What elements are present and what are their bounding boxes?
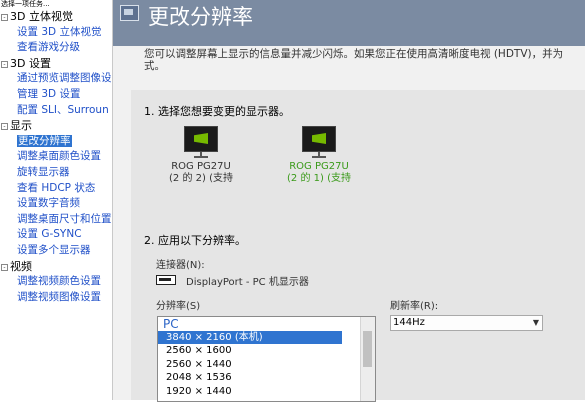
tree-item-label: 管理 3D 设置	[17, 87, 81, 100]
refresh-label: 刷新率(R):	[390, 301, 439, 312]
collapse-toggle-icon[interactable]: -	[1, 14, 8, 21]
tree-item[interactable]: 调整桌面尺寸和位置	[0, 212, 112, 228]
tree-item[interactable]: 调整视频图像设置	[0, 290, 112, 306]
tree-item[interactable]: 管理 3D 设置	[0, 87, 112, 103]
tree-item[interactable]: 设置 3D 立体视觉	[0, 25, 112, 41]
tree-category[interactable]: - 视频	[0, 259, 112, 275]
tree-category[interactable]: -3D 设置	[0, 56, 112, 72]
resolution-group-pc: PC	[163, 317, 179, 331]
tree-category-label: 3D 立体视觉	[10, 10, 73, 23]
tree-item[interactable]: 旋转显示器	[0, 165, 112, 181]
tree-item-label: 调整视频颜色设置	[17, 275, 101, 288]
tree-category[interactable]: -3D 立体视觉	[0, 9, 112, 25]
tree-category-label: 3D 设置	[10, 56, 51, 70]
tree-item[interactable]: 调整桌面颜色设置	[0, 149, 112, 165]
tree-category[interactable]: - 显示	[0, 118, 112, 134]
monitor-name: ROG PG27U	[171, 161, 231, 172]
tree-item-label: 查看 HDCP 状态	[17, 181, 96, 194]
collapse-toggle-icon[interactable]: -	[1, 60, 8, 68]
page-header: 更改分辨率	[113, 0, 585, 46]
tree-item[interactable]: 调整视频颜色设置	[0, 274, 112, 290]
tree-item-label: 更改分辨率	[17, 134, 72, 147]
tree-category-label: 显示	[10, 119, 32, 133]
tree-category-label: 视频	[10, 259, 32, 273]
refresh-rate-value: 144Hz	[393, 317, 425, 328]
tree-item-label: 调整桌面颜色设置	[17, 150, 101, 163]
description-line-2: 式。	[144, 60, 165, 72]
collapse-toggle-icon[interactable]: -	[1, 123, 8, 131]
tree-item-label: 设置多个显示器	[17, 243, 91, 256]
tree-item-label: 查看游戏分级	[17, 41, 80, 54]
tree-item-label: 设置 G-SYNC	[17, 228, 82, 241]
tree-item-label: 调整桌面尺寸和位置	[17, 212, 112, 225]
tree-item[interactable]: 更改分辨率	[0, 134, 112, 150]
page-title: 更改分辨率	[148, 5, 253, 29]
monitor-icon	[302, 126, 336, 152]
resolution-label: 分辨率(S)	[156, 301, 201, 312]
tree-item-label: 旋转显示器	[17, 165, 70, 178]
settings-panel: 1. 选择您想要变更的显示器。 ROG PG27U (2 的 2) (支持 RO…	[131, 90, 585, 402]
resolution-option[interactable]: 2560 × 1440	[158, 358, 342, 371]
monitor-name: ROG PG27U	[289, 161, 349, 172]
tree-item[interactable]: 通过预览调整图像设	[0, 71, 112, 87]
resolution-option[interactable]: 1920 × 1440	[158, 385, 342, 398]
tree-item-label: 配置 SLI、Surroun	[17, 103, 109, 116]
tree-item[interactable]: 查看 HDCP 状态	[0, 181, 112, 197]
refresh-rate-select[interactable]: 144Hz ▼	[390, 315, 543, 331]
tree-item[interactable]: 查看游戏分级	[0, 40, 112, 56]
tree-item-label: 设置 3D 立体视觉	[17, 25, 102, 38]
page-description: 您可以调整屏幕上显示的信息量并减少闪烁。如果您正在使用高清晰度电视 (HDTV)…	[144, 48, 584, 72]
description-line-1: 您可以调整屏幕上显示的信息量并减少闪烁。如果您正在使用高清晰度电视 (HDTV)…	[144, 48, 564, 60]
monitor-1[interactable]: ROG PG27U (2 的 1) (支持	[279, 126, 359, 185]
resolution-scrollbar[interactable]	[360, 317, 375, 401]
tree-item-label: 设置数字音频	[17, 197, 80, 210]
chevron-down-icon[interactable]: ▼	[533, 316, 539, 330]
displayport-icon	[156, 275, 176, 285]
tree-item[interactable]: 设置数字音频	[0, 196, 112, 212]
content-area: 您可以调整屏幕上显示的信息量并减少闪烁。如果您正在使用高清晰度电视 (HDTV)…	[113, 46, 585, 402]
tree-item[interactable]: 设置多个显示器	[0, 243, 112, 259]
collapse-toggle-icon[interactable]: -	[1, 263, 8, 271]
step1-label: 1. 选择您想要变更的显示器。	[144, 105, 290, 118]
resolution-list[interactable]: PC 3840 × 2160 (本机) 2560 × 1600 2560 × 144…	[157, 316, 376, 402]
tree-item-label: 通过预览调整图像设	[17, 72, 112, 85]
monitor-info: (2 的 2) (支持	[169, 173, 233, 184]
tree-item[interactable]: 设置 G-SYNC	[0, 227, 112, 243]
monitor-2[interactable]: ROG PG27U (2 的 2) (支持	[161, 126, 241, 185]
tree-item-label: 调整视频图像设置	[17, 290, 101, 303]
resolution-option[interactable]: 2048 × 1536	[158, 371, 342, 384]
step2-label: 2. 应用以下分辨率。	[144, 234, 246, 247]
tree-item[interactable]: 配置 SLI、Surroun	[0, 103, 112, 119]
task-tree: 选择一项任务... -3D 立体视觉 设置 3D 立体视觉 查看游戏分级 -3D 设置…	[0, 0, 113, 400]
connector-label: 连接器(N):	[156, 260, 205, 271]
display-settings-icon	[120, 5, 139, 21]
scrollbar-thumb[interactable]	[363, 331, 372, 367]
resolution-option[interactable]: 2560 × 1600	[158, 344, 342, 357]
monitor-info: (2 的 1) (支持	[287, 173, 351, 184]
monitor-icon	[184, 126, 218, 152]
connector-value: DisplayPort - PC 机显示器	[186, 277, 309, 288]
resolution-option[interactable]: 3840 × 2160 (本机)	[158, 331, 342, 345]
task-header: 选择一项任务...	[1, 0, 50, 8]
